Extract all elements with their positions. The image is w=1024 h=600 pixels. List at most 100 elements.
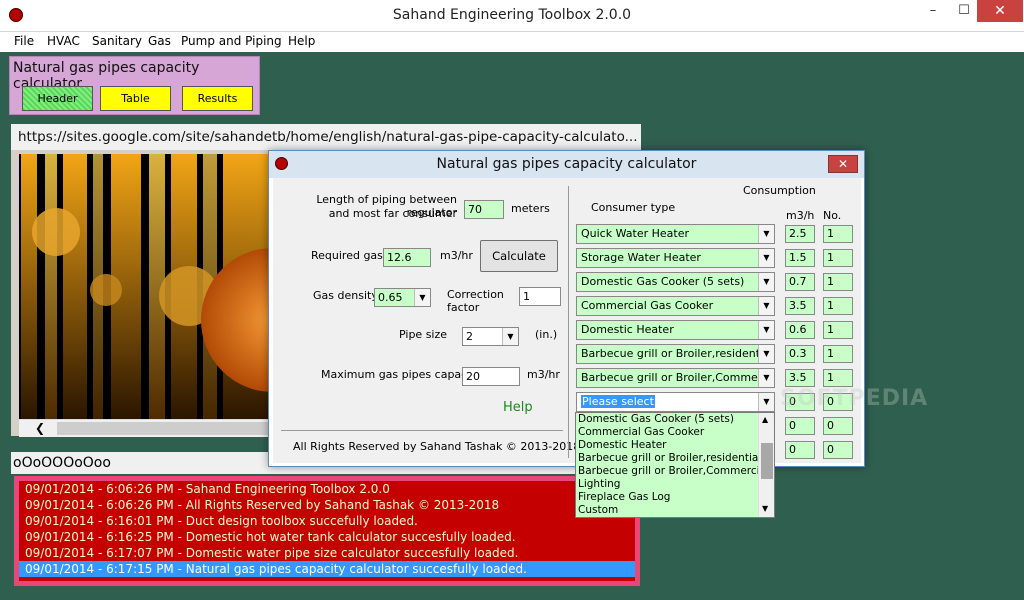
- consumer-type-select[interactable]: Please select ▼: [576, 392, 775, 412]
- dialog-title-bar: Natural gas pipes capacity calculator ✕: [269, 151, 864, 178]
- log-entry[interactable]: 09/01/2014 - 6:06:26 PM - All Rights Res…: [19, 497, 635, 513]
- correction-factor-input[interactable]: 1: [519, 287, 561, 306]
- dropdown-option[interactable]: Barbecue grill or Broiler,residential: [576, 452, 774, 465]
- dropdown-scrollbar[interactable]: ▲ ▼: [758, 413, 774, 517]
- chevron-down-icon[interactable]: ▼: [758, 297, 774, 315]
- max-capacity-unit: m3/hr: [527, 368, 560, 381]
- header-button[interactable]: Header: [22, 86, 93, 111]
- abstract-art-image: [19, 154, 273, 420]
- web-url-bar[interactable]: https://sites.google.com/site/sahandetb/…: [11, 124, 641, 150]
- consumer-type-header: Consumer type: [591, 201, 676, 214]
- consumer-count-input[interactable]: 1: [823, 345, 853, 363]
- dropdown-option[interactable]: Fireplace Gas Log: [576, 491, 774, 504]
- consumer-type-value: Commercial Gas Cooker: [581, 299, 714, 312]
- pipe-size-select[interactable]: 2 ▼: [462, 327, 519, 346]
- menu-gas[interactable]: Gas: [148, 34, 171, 48]
- consumer-count-input[interactable]: 1: [823, 369, 853, 387]
- log-entry[interactable]: 09/01/2014 - 6:16:01 PM - Duct design to…: [19, 513, 635, 529]
- consumer-count-input[interactable]: 1: [823, 249, 853, 267]
- dropdown-items: Domestic Gas Cooker (5 sets) Commercial G…: [576, 413, 774, 517]
- chevron-down-icon[interactable]: ▼: [762, 504, 768, 513]
- minimize-button[interactable]: –: [918, 0, 948, 22]
- results-button[interactable]: Results: [182, 86, 253, 111]
- calculate-button[interactable]: Calculate: [480, 240, 558, 272]
- chevron-up-icon[interactable]: ▲: [762, 415, 768, 424]
- image-horizontal-scrollbar[interactable]: ❮: [19, 419, 273, 437]
- consumer-count-input[interactable]: 1: [823, 273, 853, 291]
- scroll-thumb[interactable]: [57, 422, 273, 435]
- menu-bar: File HVAC Sanitary Gas Pump and Piping H…: [0, 32, 1024, 52]
- consumer-count-input[interactable]: 1: [823, 225, 853, 243]
- chevron-down-icon[interactable]: ▼: [758, 345, 774, 363]
- consumer-type-dropdown-list[interactable]: Domestic Gas Cooker (5 sets) Commercial G…: [575, 412, 775, 518]
- log-list[interactable]: 09/01/2014 - 6:06:26 PM - Sahand Enginee…: [19, 481, 635, 581]
- help-link[interactable]: Help: [503, 400, 533, 415]
- consumption-m3h-input[interactable]: 0.3: [785, 345, 815, 363]
- close-button[interactable]: ✕: [977, 0, 1023, 22]
- consumption-m3h-input[interactable]: 0.7: [785, 273, 815, 291]
- consumer-count-input[interactable]: 0: [823, 417, 853, 435]
- gas-density-select[interactable]: 0.65 ▼: [374, 288, 431, 307]
- dropdown-option[interactable]: Custom: [576, 504, 774, 517]
- dropdown-scroll-thumb[interactable]: [761, 443, 773, 479]
- consumption-m3h-input[interactable]: 3.5: [785, 369, 815, 387]
- consumer-count-input[interactable]: 0: [823, 441, 853, 459]
- consumption-m3h-input[interactable]: 0: [785, 417, 815, 435]
- dialog-close-button[interactable]: ✕: [828, 155, 858, 173]
- menu-file[interactable]: File: [14, 34, 34, 48]
- chevron-down-icon[interactable]: ▼: [758, 225, 774, 243]
- gas-density-value: 0.65: [378, 291, 403, 304]
- correction-label-line2: factor: [447, 301, 480, 314]
- required-gas-input[interactable]: 12.6: [383, 248, 431, 267]
- scroll-left-icon[interactable]: ❮: [35, 421, 45, 435]
- pipe-size-unit: (in.): [535, 328, 558, 341]
- menu-hvac[interactable]: HVAC: [47, 34, 80, 48]
- consumer-type-select[interactable]: Storage Water Heater ▼: [576, 248, 775, 268]
- chevron-down-icon[interactable]: ▼: [758, 249, 774, 267]
- consumer-type-select[interactable]: Quick Water Heater ▼: [576, 224, 775, 244]
- consumer-type-select[interactable]: Domestic Gas Cooker (5 sets) ▼: [576, 272, 775, 292]
- chevron-down-icon[interactable]: ▼: [758, 393, 774, 411]
- m3h-header: m3/h: [786, 209, 815, 222]
- log-entry[interactable]: 09/01/2014 - 6:17:07 PM - Domestic water…: [19, 545, 635, 561]
- chevron-down-icon[interactable]: ▼: [758, 369, 774, 387]
- divider: [281, 430, 563, 431]
- consumer-type-select[interactable]: Domestic Heater ▼: [576, 320, 775, 340]
- dropdown-option[interactable]: Commercial Gas Cooker: [576, 426, 774, 439]
- consumption-m3h-input[interactable]: 1.5: [785, 249, 815, 267]
- menu-sanitary[interactable]: Sanitary: [92, 34, 142, 48]
- chevron-down-icon[interactable]: ▼: [758, 273, 774, 291]
- vertical-divider: [568, 186, 569, 458]
- log-entry[interactable]: 09/01/2014 - 6:16:25 PM - Domestic hot w…: [19, 529, 635, 545]
- consumption-m3h-input[interactable]: 3.5: [785, 297, 815, 315]
- maximize-button[interactable]: ☐: [949, 0, 979, 22]
- consumption-m3h-input[interactable]: 2.5: [785, 225, 815, 243]
- dropdown-option[interactable]: Domestic Heater: [576, 439, 774, 452]
- consumer-type-value: Storage Water Heater: [581, 251, 701, 264]
- chevron-down-icon[interactable]: ▼: [758, 321, 774, 339]
- dropdown-option[interactable]: Barbecue grill or Broiler,Commercial: [576, 465, 774, 478]
- consumer-type-value: Please select: [581, 395, 655, 408]
- length-unit: meters: [511, 202, 550, 215]
- log-entry-selected[interactable]: 09/01/2014 - 6:17:15 PM - Natural gas pi…: [19, 561, 635, 577]
- required-gas-unit: m3/hr: [440, 249, 473, 262]
- dropdown-option[interactable]: Domestic Gas Cooker (5 sets): [576, 413, 774, 426]
- length-input[interactable]: 70: [464, 200, 504, 219]
- log-entry[interactable]: 09/01/2014 - 6:06:26 PM - Sahand Enginee…: [19, 481, 635, 497]
- dropdown-option[interactable]: Lighting: [576, 478, 774, 491]
- chevron-down-icon[interactable]: ▼: [502, 328, 518, 345]
- menu-help[interactable]: Help: [288, 34, 315, 48]
- consumer-type-select[interactable]: Barbecue grill or Broiler,Commercial ▼: [576, 368, 775, 388]
- chevron-down-icon[interactable]: ▼: [414, 289, 430, 306]
- correction-label-line1: Correction: [447, 288, 504, 301]
- consumer-type-select[interactable]: Commercial Gas Cooker ▼: [576, 296, 775, 316]
- consumer-type-value: Barbecue grill or Broiler,Commercial: [581, 371, 775, 384]
- consumer-type-select[interactable]: Barbecue grill or Broiler,residential ▼: [576, 344, 775, 364]
- table-button[interactable]: Table: [100, 86, 171, 111]
- menu-pump-and-piping[interactable]: Pump and Piping: [181, 34, 282, 48]
- consumer-count-input[interactable]: 1: [823, 297, 853, 315]
- consumption-m3h-input[interactable]: 0.6: [785, 321, 815, 339]
- consumption-m3h-input[interactable]: 0: [785, 441, 815, 459]
- consumer-type-value: Domestic Gas Cooker (5 sets): [581, 275, 745, 288]
- consumer-count-input[interactable]: 1: [823, 321, 853, 339]
